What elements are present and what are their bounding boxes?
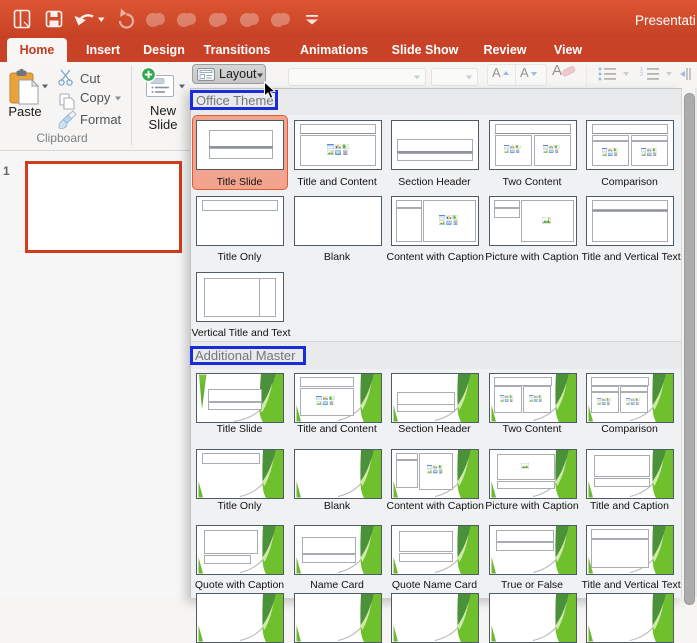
svg-text:2: 2 [640, 72, 643, 78]
